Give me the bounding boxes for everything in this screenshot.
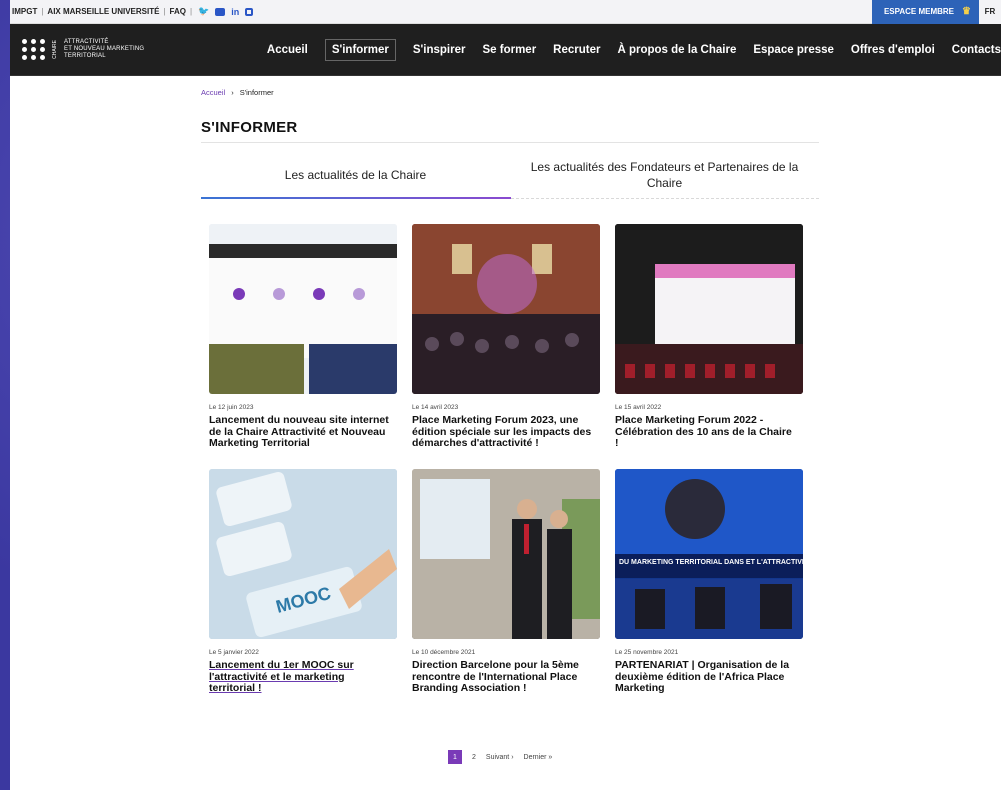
nav-a-propos[interactable]: À propos de la Chaire [617,44,736,56]
page-next[interactable]: Suivant › [486,754,514,761]
page-2[interactable]: 2 [472,754,476,761]
news-date: Le 25 novembre 2021 [615,649,679,656]
breadcrumb-separator: › [231,88,234,97]
news-card[interactable]: Le 12 juin 2023 Lancement du nouveau sit… [209,224,401,450]
news-title[interactable]: Place Marketing Forum 2022 - Célébration… [615,414,795,450]
news-thumbnail[interactable] [615,224,803,394]
link-faq[interactable]: FAQ [170,7,186,16]
browser-page: IMPGT | AIX MARSEILLE UNIVERSITÉ | FAQ |… [10,0,1001,790]
logo-text: ATTRACTIVITÉ ET NOUVEAU MARKETING TERRIT… [64,39,145,59]
news-card[interactable]: Le 14 avril 2023 Place Marketing Forum 2… [412,224,604,450]
nav-accueil[interactable]: Accueil [267,44,308,56]
inactive-tab-underline [511,198,819,200]
news-thumbnail[interactable]: MOOC [209,469,397,639]
news-thumbnail[interactable] [412,469,600,639]
member-space-label: ESPACE MEMBRE [883,7,955,16]
active-tab-underline [201,197,511,199]
linkedin-icon[interactable]: in [231,7,239,17]
news-card[interactable]: MOOC Le 5 janvier 2022 Lancement du 1er … [209,469,401,695]
language-switch[interactable]: FR [979,0,1001,24]
nav-s-inspirer[interactable]: S'inspirer [413,44,466,56]
tab-partners-news[interactable]: Les actualités des Fondateurs et Partena… [510,153,819,197]
crown-icon: ♛ [962,6,971,17]
breadcrumb-home[interactable]: Accueil [201,88,225,97]
news-date: Le 14 avril 2023 [412,404,459,411]
divider: | [163,7,166,16]
news-thumbnail[interactable] [412,224,600,394]
breadcrumb: Accueil › S'informer [201,88,819,97]
divider: | [41,7,44,16]
main-content: Accueil › S'informer S'INFORMER Les actu… [201,88,819,200]
news-title[interactable]: Lancement du nouveau site internet de la… [209,414,389,450]
news-tabs: Les actualités de la Chaire Les actualit… [201,153,819,197]
breadcrumb-current: S'informer [239,88,274,97]
news-date: Le 15 avril 2022 [615,404,662,411]
news-title[interactable]: Direction Barcelone pour la 5ème rencont… [412,659,592,695]
news-date: Le 10 décembre 2021 [412,649,476,656]
news-thumbnail[interactable] [209,224,397,394]
nav-se-former[interactable]: Se former [482,44,536,56]
news-title[interactable]: PARTENARIAT | Organisation de la deuxièm… [615,659,795,695]
instagram-icon[interactable] [245,7,254,16]
logo-vertical-text: CHAIRE [52,40,58,59]
logo-dots-icon [22,39,46,60]
news-title[interactable]: Place Marketing Forum 2023, une édition … [412,414,592,450]
site-logo[interactable]: CHAIRE ATTRACTIVITÉ ET NOUVEAU MARKETING… [10,39,217,60]
news-date: Le 12 juin 2023 [209,404,254,411]
page-last[interactable]: Dernier » [524,754,553,761]
nav-espace-presse[interactable]: Espace presse [753,44,834,56]
nav-contacts[interactable]: Contacts [952,44,1001,56]
banner-text: DU MARKETING TERRITORIAL DANS ET L'ATTRA… [619,557,803,566]
page-title: S'INFORMER [201,119,298,136]
tab-chaire-news[interactable]: Les actualités de la Chaire [201,153,510,197]
nav-recruter[interactable]: Recruter [553,44,600,56]
member-space-button[interactable]: ESPACE MEMBRE ♛ [871,0,979,24]
pagination: 1 2 Suivant › Dernier » [448,750,552,764]
nav-s-informer[interactable]: S'informer [324,38,396,61]
news-card[interactable]: Le 10 décembre 2021 Direction Barcelone … [412,469,604,695]
twitter-icon[interactable]: 🐦 [198,6,209,17]
news-card[interactable]: DU MARKETING TERRITORIAL DANS ET L'ATTRA… [615,469,807,695]
divider: | [189,7,193,16]
title-divider [201,142,819,143]
link-impgt[interactable]: IMPGT [12,7,37,16]
news-card[interactable]: Le 15 avril 2022 Place Marketing Forum 2… [615,224,807,450]
page-current[interactable]: 1 [448,750,462,764]
site-header: CHAIRE ATTRACTIVITÉ ET NOUVEAU MARKETING… [10,24,1001,76]
top-bar: IMPGT | AIX MARSEILLE UNIVERSITÉ | FAQ |… [10,0,1001,24]
tab-indicator [201,197,819,200]
news-date: Le 5 janvier 2022 [209,649,259,656]
main-nav: Accueil S'informer S'inspirer Se former … [267,38,1001,61]
nav-offres-emploi[interactable]: Offres d'emploi [851,44,935,56]
youtube-icon[interactable] [215,7,226,16]
news-thumbnail[interactable]: DU MARKETING TERRITORIAL DANS ET L'ATTRA… [615,469,803,639]
link-amu[interactable]: AIX MARSEILLE UNIVERSITÉ [47,7,159,16]
news-title[interactable]: Lancement du 1er MOOC sur l'attractivité… [209,659,389,695]
